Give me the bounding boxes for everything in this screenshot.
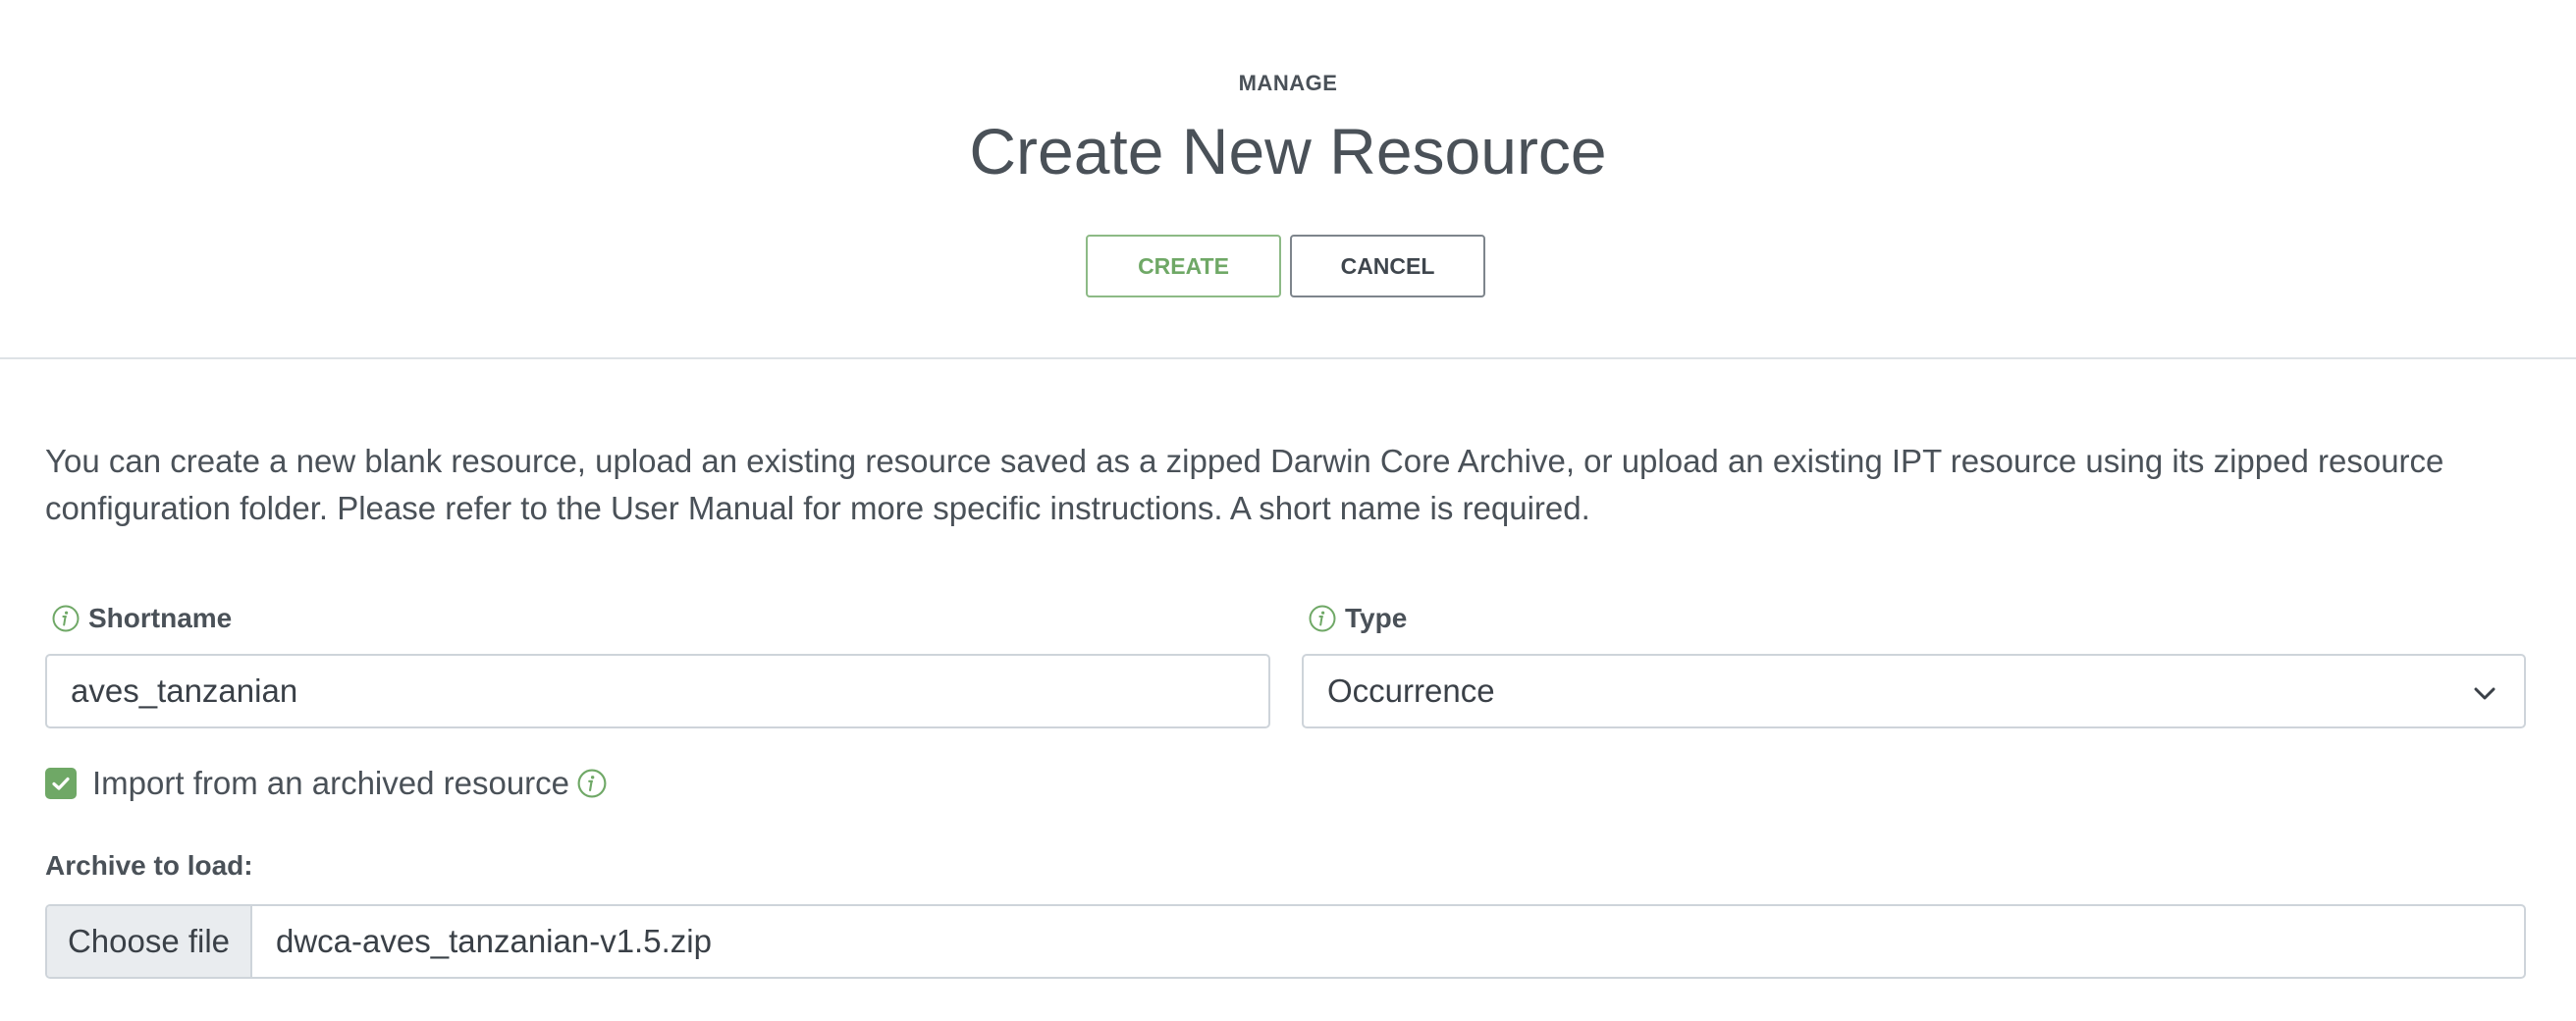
section-eyebrow: MANAGE xyxy=(1238,71,1338,95)
import-archive-row: Import from an archived resource xyxy=(45,764,607,803)
checkmark-icon xyxy=(52,777,70,790)
shortname-input[interactable]: aves_tanzanian xyxy=(45,654,1270,728)
import-archive-label[interactable]: Import from an archived resource xyxy=(92,765,569,802)
archive-file-input[interactable]: Choose file dwca-aves_tanzanian-v1.5.zip xyxy=(45,904,2526,979)
chevron-down-icon xyxy=(2474,687,2496,700)
info-icon[interactable] xyxy=(51,604,80,633)
info-icon[interactable] xyxy=(1308,604,1337,633)
cancel-button[interactable]: CANCEL xyxy=(1290,235,1485,297)
choose-file-button[interactable]: Choose file xyxy=(47,906,252,977)
shortname-label-text: Shortname xyxy=(88,603,233,633)
import-archive-checkbox[interactable] xyxy=(45,768,77,799)
type-select-value: Occurrence xyxy=(1327,672,1495,709)
type-label: Type xyxy=(1308,601,1407,636)
selected-file-name: dwca-aves_tanzanian-v1.5.zip xyxy=(276,923,712,959)
type-label-text: Type xyxy=(1345,603,1408,633)
archive-label: Archive to load: xyxy=(45,850,253,881)
intro-text: You can create a new blank resource, upl… xyxy=(45,443,2444,526)
page-title: Create New Resource xyxy=(969,115,1607,188)
create-button[interactable]: CREATE xyxy=(1086,235,1281,297)
page-header: MANAGE Create New Resource CREATE CANCEL xyxy=(0,0,2576,359)
info-icon[interactable] xyxy=(577,769,607,798)
shortname-label: Shortname xyxy=(51,601,232,636)
type-select[interactable]: Occurrence xyxy=(1302,654,2526,728)
